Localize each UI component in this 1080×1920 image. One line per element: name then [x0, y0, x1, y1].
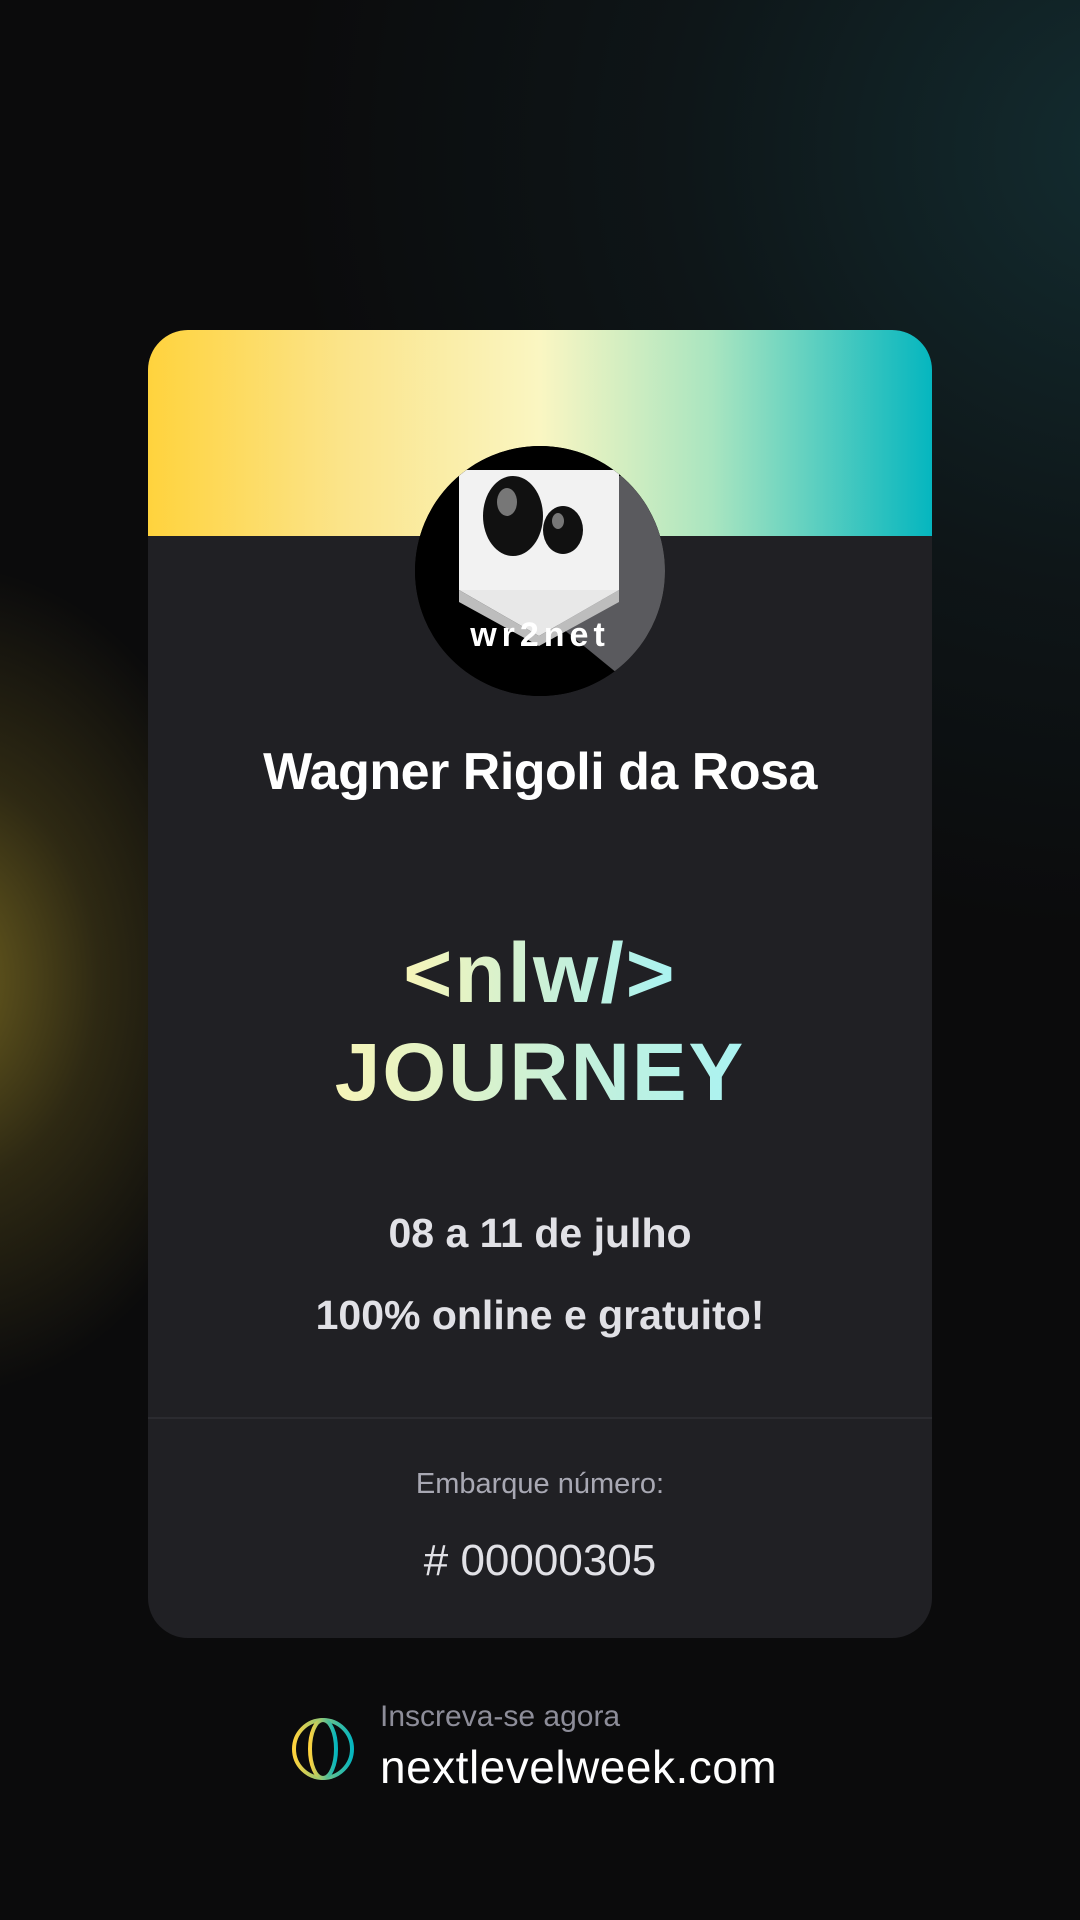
- logo-bottom-text: JOURNEY: [335, 1027, 745, 1118]
- ticket-card: wr2net Wagner Rigoli da Rosa <nlw/> JOUR…: [148, 330, 932, 1638]
- attendee-name: Wagner Rigoli da Rosa: [263, 743, 817, 801]
- event-dates: 08 a 11 de julho: [388, 1210, 692, 1256]
- globe-icon: [290, 1716, 356, 1782]
- divider: [148, 1417, 932, 1419]
- wr2net-logo-icon: wr2net: [415, 446, 665, 696]
- event-logo: <nlw/> JOURNEY: [298, 920, 782, 1140]
- event-format: 100% online e gratuito!: [315, 1292, 765, 1338]
- signup-label: Inscreva-se agora: [380, 1700, 621, 1733]
- website-link[interactable]: nextlevelweek.com: [380, 1740, 777, 1794]
- avatar-text: wr2net: [469, 616, 610, 654]
- logo-top-text: <nlw/>: [403, 926, 676, 1020]
- footer[interactable]: Inscreva-se agora nextlevelweek.com: [290, 1700, 830, 1800]
- avatar: wr2net: [415, 446, 665, 696]
- ticket-number: # 00000305: [423, 1536, 657, 1585]
- ticket-label: Embarque número:: [415, 1468, 665, 1500]
- page: wr2net Wagner Rigoli da Rosa <nlw/> JOUR…: [0, 0, 1080, 1920]
